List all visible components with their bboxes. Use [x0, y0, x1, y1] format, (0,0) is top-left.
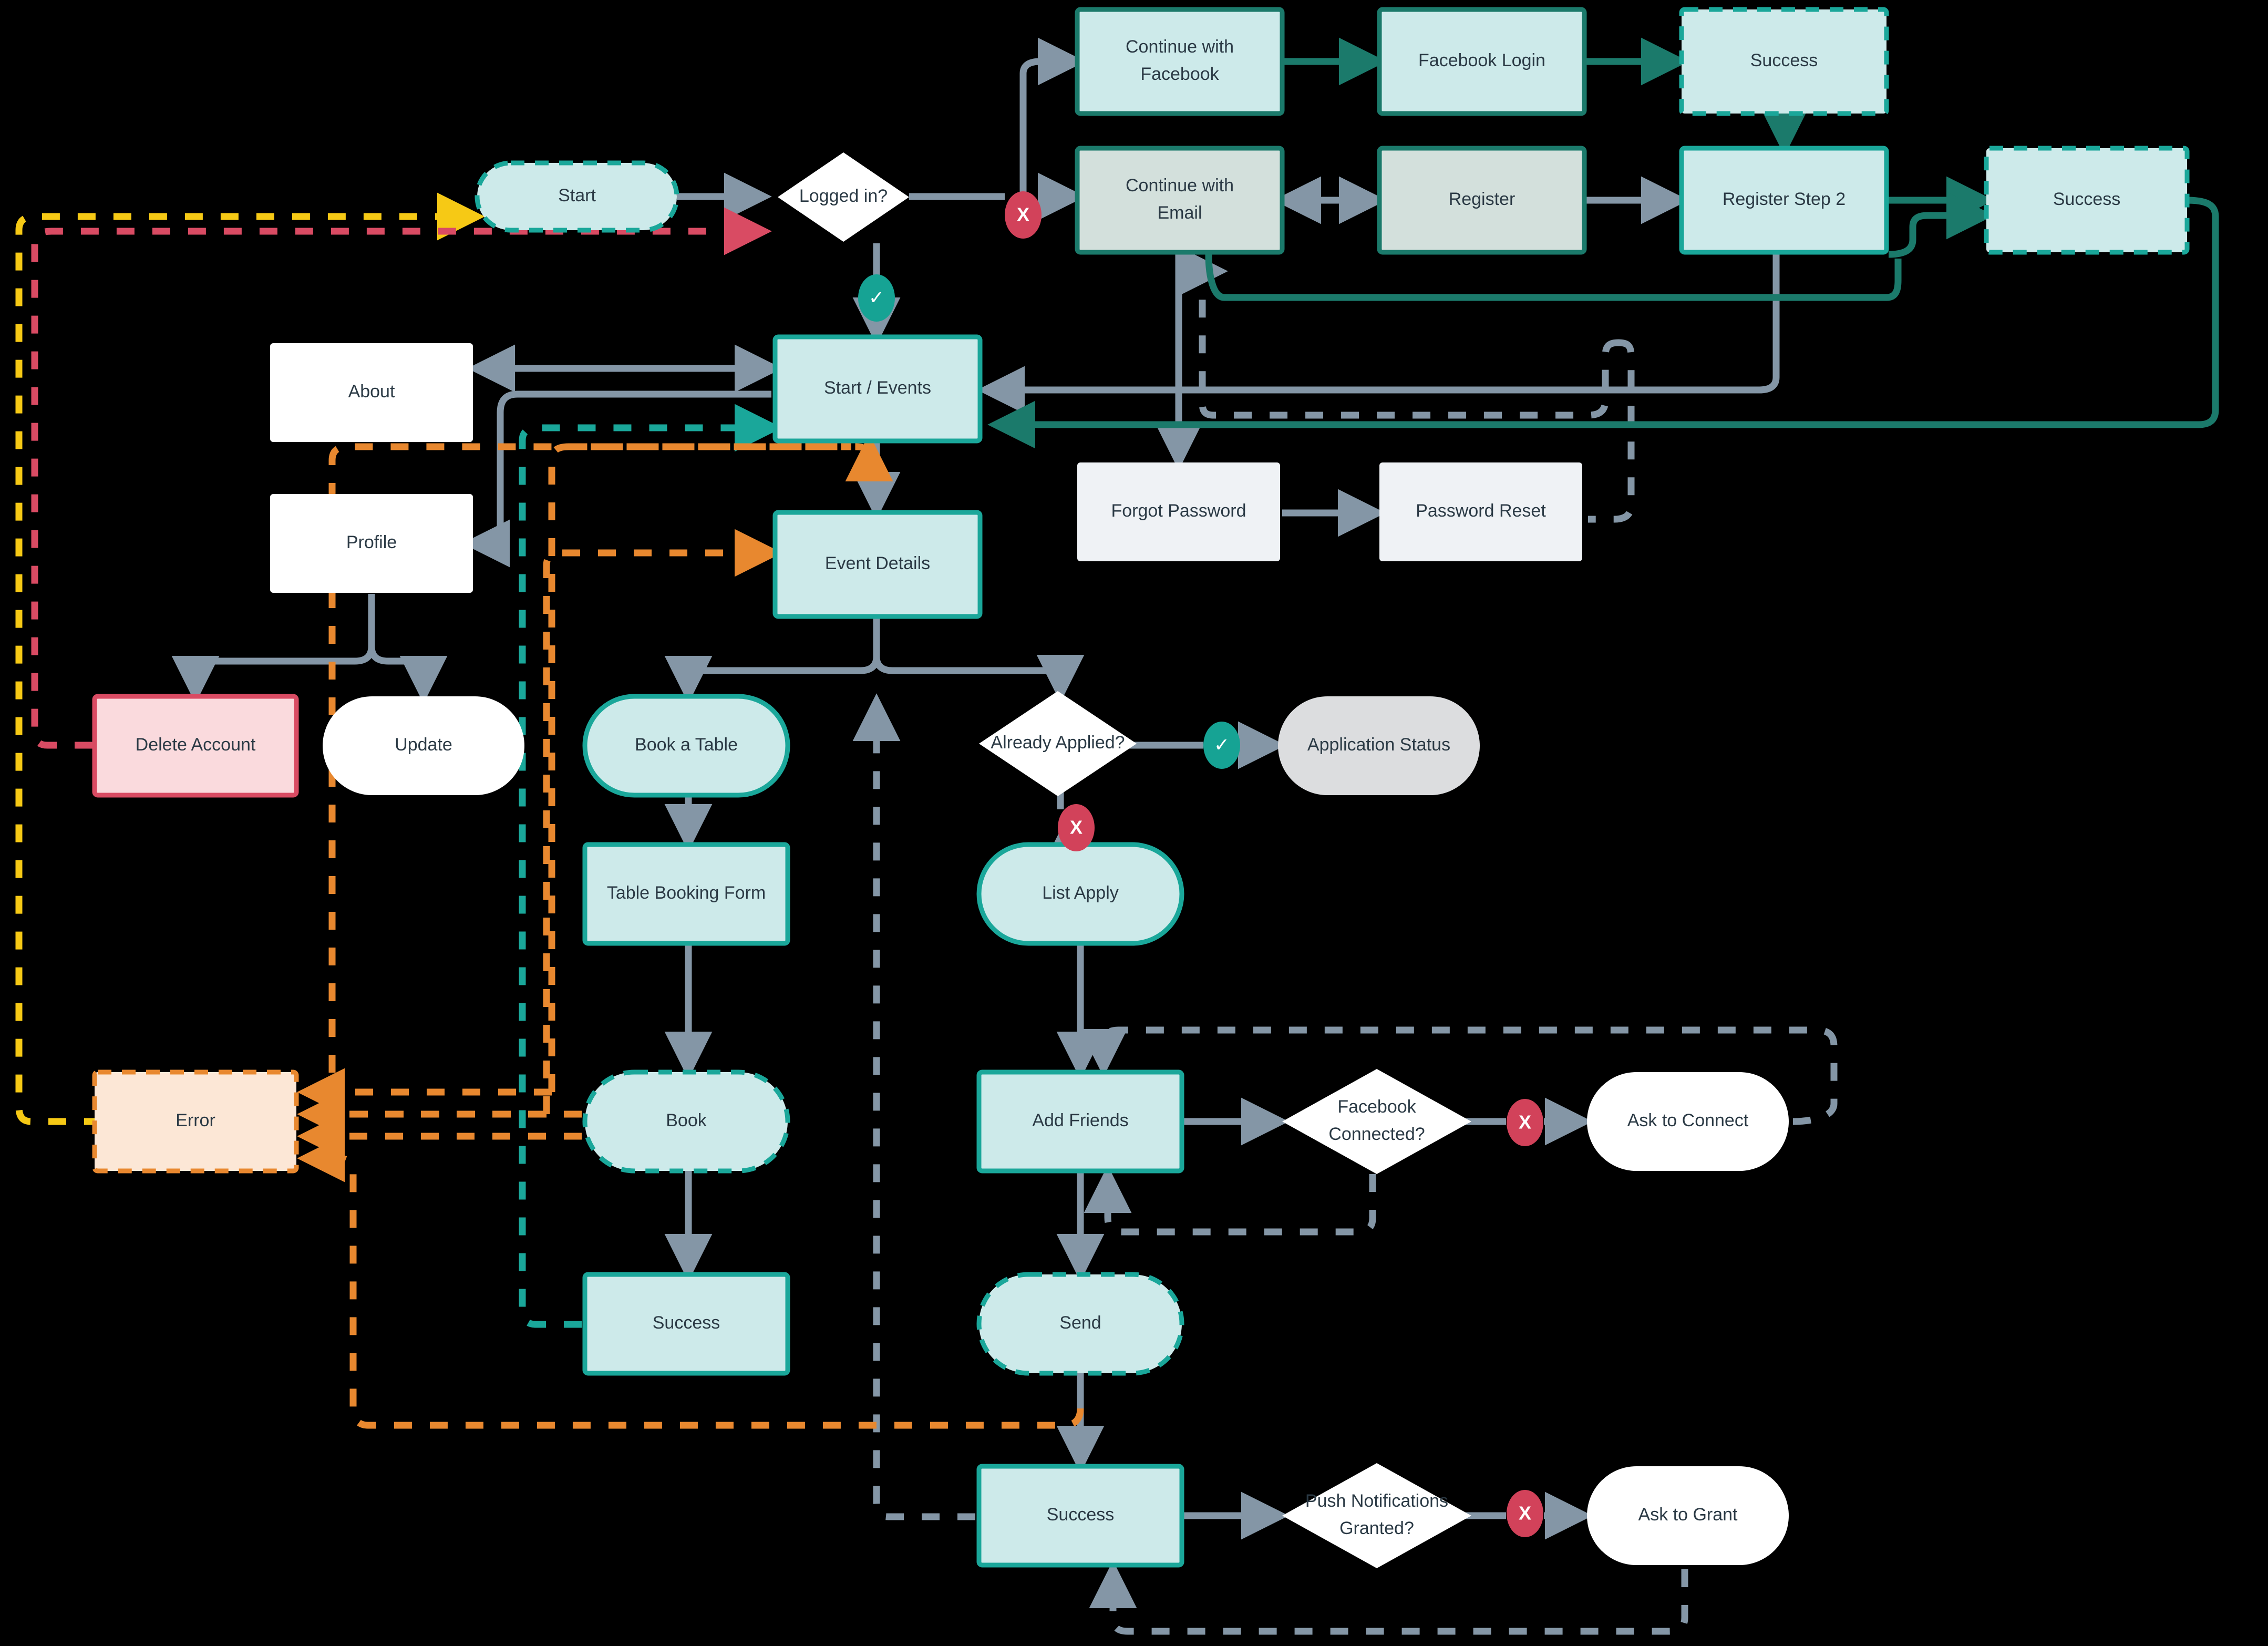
flowchart-canvas: Start Logged in? Continue with Facebook Face…	[0, 0, 2268, 1646]
node-update[interactable]: Update	[323, 696, 524, 795]
node-shape-about	[270, 343, 473, 442]
node-shape-register	[1377, 146, 1587, 255]
node-cw_facebook[interactable]: Continue with Facebook	[1075, 7, 1285, 116]
nodes-layer: Start Logged in? Continue with Facebook Face…	[92, 7, 2190, 1568]
node-ask_to_grant[interactable]: Ask to Grant	[1587, 1466, 1789, 1565]
badge-badge_push_no[interactable]: X	[1507, 1490, 1543, 1537]
node-shape-send	[976, 1272, 1184, 1376]
badge-shape-badge_applied_no	[1058, 804, 1095, 851]
node-about[interactable]: About	[270, 343, 473, 442]
node-shape-book_success	[582, 1272, 790, 1376]
badge-badge_applied_yes[interactable]: ✓	[1203, 722, 1240, 769]
node-table_booking_form[interactable]: Table Booking Form	[582, 842, 790, 946]
node-shape-register_step2	[1679, 146, 1889, 255]
node-list_apply[interactable]: List Apply	[976, 842, 1184, 946]
node-shape-already_applied	[979, 691, 1137, 796]
node-error[interactable]: Error	[92, 1069, 299, 1174]
node-shape-fb_connected	[1282, 1069, 1471, 1174]
node-book_a_table[interactable]: Book a Table	[582, 694, 790, 798]
node-fb_success[interactable]: Success	[1679, 7, 1889, 116]
badge-shape-badge_applied_yes	[1203, 722, 1240, 769]
node-register_step2[interactable]: Register Step 2	[1679, 146, 1889, 255]
node-fb_login[interactable]: Facebook Login	[1377, 7, 1587, 116]
node-shape-forgot_password	[1077, 462, 1280, 561]
node-shape-profile	[270, 494, 473, 593]
badge-shape-badge_logged_in_yes	[858, 274, 895, 322]
node-shape-start_events	[772, 334, 983, 444]
node-shape-error	[92, 1069, 299, 1174]
node-already_applied[interactable]: Already Applied?	[979, 691, 1137, 796]
node-shape-push_granted	[1282, 1463, 1471, 1568]
badge-shape-badge_fb_conn_no	[1507, 1099, 1543, 1146]
node-ask_to_connect[interactable]: Ask to Connect	[1587, 1072, 1789, 1171]
node-apply_success[interactable]: Success	[976, 1464, 1184, 1568]
node-shape-event_details	[772, 510, 983, 619]
node-shape-delete_account	[92, 694, 299, 798]
node-shape-cw_facebook	[1075, 7, 1285, 116]
node-register[interactable]: Register	[1377, 146, 1587, 255]
node-shape-password_reset	[1379, 462, 1582, 561]
node-add_friends[interactable]: Add Friends	[976, 1069, 1184, 1174]
node-profile[interactable]: Profile	[270, 494, 473, 593]
node-send[interactable]: Send	[976, 1272, 1184, 1376]
node-password_reset[interactable]: Password Reset	[1379, 462, 1582, 561]
node-shape-application_status	[1278, 696, 1480, 795]
node-reg_success[interactable]: Success	[1984, 146, 2190, 255]
node-logged_in[interactable]: Logged in?	[778, 152, 909, 242]
node-shape-book	[582, 1069, 790, 1174]
node-cw_email[interactable]: Continue with Email	[1075, 146, 1285, 255]
badge-shape-badge_push_no	[1507, 1490, 1543, 1537]
node-shape-ask_to_connect	[1587, 1072, 1789, 1171]
node-shape-apply_success	[976, 1464, 1184, 1568]
node-fb_connected[interactable]: Facebook Connected?	[1282, 1069, 1471, 1174]
node-shape-table_booking_form	[582, 842, 790, 946]
badge-badge_logged_in_no[interactable]: X	[1005, 191, 1042, 239]
node-shape-fb_login	[1377, 7, 1587, 116]
node-shape-reg_success	[1984, 146, 2190, 255]
node-delete_account[interactable]: Delete Account	[92, 694, 299, 798]
node-book[interactable]: Book	[582, 1069, 790, 1174]
node-event_details[interactable]: Event Details	[772, 510, 983, 619]
node-shape-fb_success	[1679, 7, 1889, 116]
node-start[interactable]: Start	[475, 160, 679, 233]
node-shape-cw_email	[1075, 146, 1285, 255]
node-forgot_password[interactable]: Forgot Password	[1077, 462, 1280, 561]
node-shape-add_friends	[976, 1069, 1184, 1174]
node-shape-logged_in	[778, 152, 909, 242]
node-start_events[interactable]: Start / Events	[772, 334, 983, 444]
node-shape-start	[475, 160, 679, 233]
node-shape-book_a_table	[582, 694, 790, 798]
node-shape-list_apply	[976, 842, 1184, 946]
node-shape-update	[323, 696, 524, 795]
node-push_granted[interactable]: Push Notifications Granted?	[1282, 1463, 1471, 1568]
node-shape-ask_to_grant	[1587, 1466, 1789, 1565]
badge-badge_fb_conn_no[interactable]: X	[1507, 1099, 1543, 1146]
badge-badge_logged_in_yes[interactable]: ✓	[858, 274, 895, 322]
badge-shape-badge_logged_in_no	[1005, 191, 1042, 239]
node-application_status[interactable]: Application Status	[1278, 696, 1480, 795]
badge-badge_applied_no[interactable]: X	[1058, 804, 1095, 851]
node-book_success[interactable]: Success	[582, 1272, 790, 1376]
